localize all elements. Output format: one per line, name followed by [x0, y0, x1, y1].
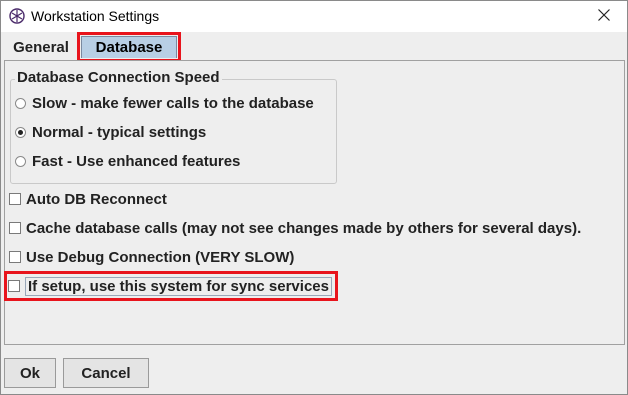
radio-fast-indicator[interactable] — [15, 155, 26, 167]
workstation-settings-window: Workstation Settings General Database Da… — [0, 0, 628, 395]
radio-normal-indicator[interactable] — [15, 126, 26, 138]
sync-services-checkbox[interactable]: If setup, use this system for sync servi… — [4, 271, 338, 301]
debug-connection-box[interactable] — [9, 251, 21, 263]
cache-db-calls-checkbox[interactable]: Cache database calls (may not see change… — [9, 217, 581, 239]
tab-strip: General Database — [4, 32, 624, 62]
cache-db-calls-box[interactable] — [9, 222, 21, 234]
connection-speed-legend: Database Connection Speed — [15, 69, 222, 86]
ok-button[interactable]: Ok — [4, 358, 56, 388]
radio-slow[interactable]: Slow - make fewer calls to the database — [15, 92, 314, 114]
tab-general[interactable]: General — [4, 36, 78, 58]
window-title: Workstation Settings — [31, 8, 160, 24]
radio-slow-indicator[interactable] — [15, 97, 26, 109]
auto-db-reconnect-checkbox[interactable]: Auto DB Reconnect — [9, 188, 167, 210]
cache-db-calls-label: Cache database calls (may not see change… — [26, 219, 582, 237]
radio-slow-label: Slow - make fewer calls to the database — [32, 94, 314, 112]
radio-fast[interactable]: Fast - Use enhanced features — [15, 150, 240, 172]
radio-normal[interactable]: Normal - typical settings — [15, 121, 206, 143]
close-button[interactable] — [581, 1, 627, 32]
connection-speed-group: Database Connection Speed Slow - make fe… — [10, 69, 337, 184]
title-bar[interactable]: Workstation Settings — [1, 1, 627, 32]
debug-connection-checkbox[interactable]: Use Debug Connection (VERY SLOW) — [9, 246, 294, 268]
auto-db-reconnect-box[interactable] — [9, 193, 21, 205]
radio-fast-label: Fast - Use enhanced features — [32, 152, 241, 170]
database-tab-panel: Database Connection Speed Slow - make fe… — [4, 60, 625, 345]
debug-connection-label: Use Debug Connection (VERY SLOW) — [26, 248, 295, 266]
radio-normal-label: Normal - typical settings — [32, 123, 207, 141]
sync-services-box[interactable] — [8, 280, 20, 292]
sync-services-label: If setup, use this system for sync servi… — [25, 276, 332, 296]
tab-database[interactable]: Database — [77, 32, 181, 62]
auto-db-reconnect-label: Auto DB Reconnect — [26, 190, 167, 208]
app-logo-icon — [9, 8, 25, 24]
close-icon — [598, 8, 610, 26]
cancel-button[interactable]: Cancel — [63, 358, 149, 388]
